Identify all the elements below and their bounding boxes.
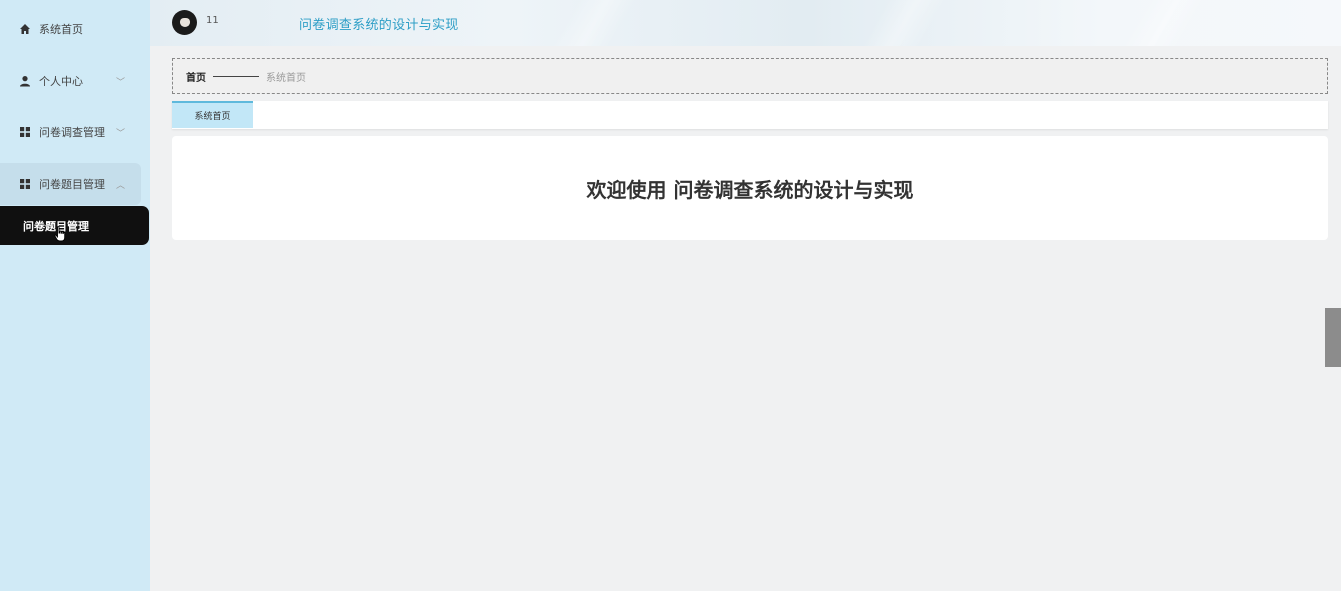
breadcrumb-separator [213,75,259,77]
username[interactable]: 11 [206,15,219,26]
tab-bar: 系统首页 [172,101,1328,129]
avatar[interactable] [172,10,197,35]
breadcrumb: 首页 系统首页 [172,58,1328,94]
sidebar-item-home[interactable]: 系统首页 [0,8,141,50]
sidebar-item-survey-management[interactable]: 问卷调查管理 ﹀ [0,111,141,153]
sidebar-item-label: 系统首页 [39,23,83,36]
user-icon [18,75,31,88]
header-decoration [790,0,1010,46]
grid-icon [18,126,31,139]
chevron-down-icon: ﹀ [116,128,126,139]
chevron-up-icon: ︿ [116,180,126,191]
header-decoration [480,0,700,46]
header-decoration [1050,0,1270,46]
avatar-face [180,18,190,27]
sidebar-item-label: 问卷调查管理 [39,126,105,139]
home-icon [18,23,31,36]
hand-cursor-icon [54,226,66,242]
sidebar-item-question-management[interactable]: 问卷题目管理 ︿ [0,163,141,205]
sidebar: 系统首页 个人中心 ﹀ 问卷调查管理 ﹀ 问卷题目管理 ︿ 问卷题目管理 [0,0,150,591]
sidebar-item-personal[interactable]: 个人中心 ﹀ [0,60,141,102]
welcome-heading: 欢迎使用 问卷调查系统的设计与实现 [586,177,914,202]
grid-icon [18,178,31,191]
welcome-panel: 欢迎使用 问卷调查系统的设计与实现 [172,136,1328,240]
tab-home[interactable]: 系统首页 [172,101,253,128]
sidebar-item-label: 个人中心 [39,75,83,88]
sidebar-item-label: 问卷题目管理 [39,178,105,191]
scroll-handle[interactable] [1325,308,1341,367]
submenu-item-question-management[interactable]: 问卷题目管理 [0,206,149,245]
chevron-down-icon: ﹀ [116,77,126,88]
breadcrumb-current: 系统首页 [266,72,306,84]
system-title: 问卷调查系统的设计与实现 [299,18,459,33]
breadcrumb-home[interactable]: 首页 [186,69,206,84]
top-header: 11 问卷调查系统的设计与实现 [150,0,1341,46]
